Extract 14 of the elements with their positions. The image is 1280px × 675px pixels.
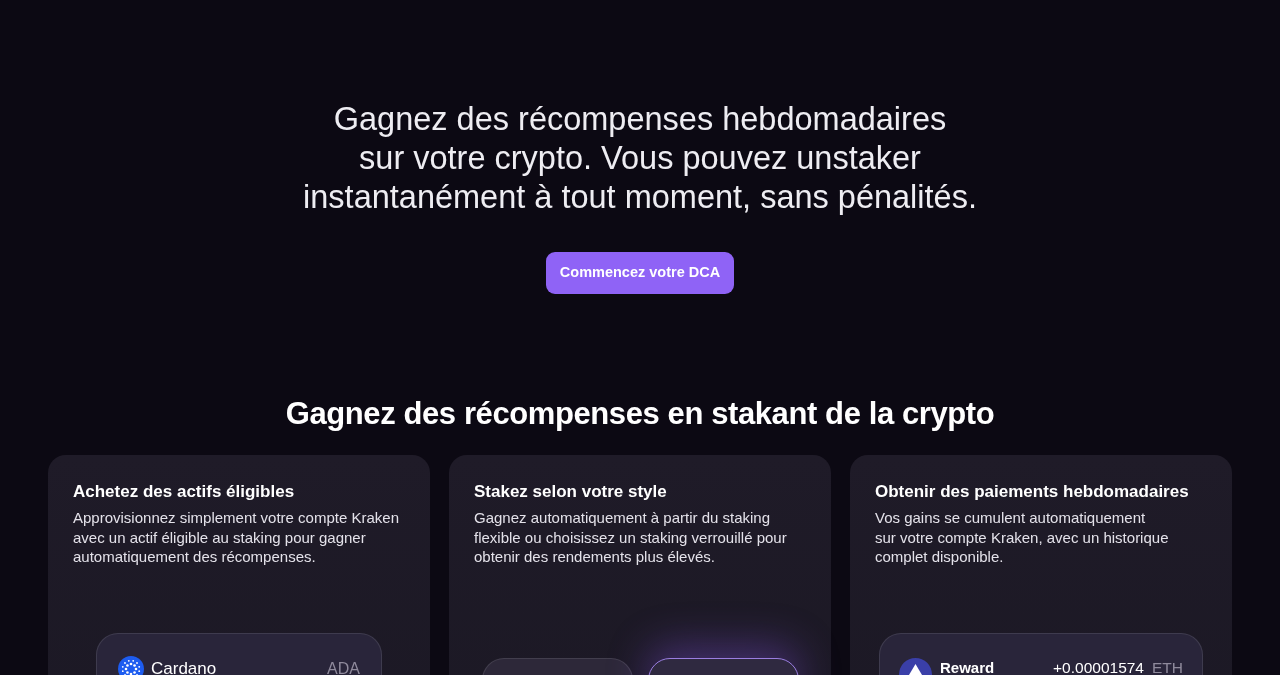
- reward-unit: ETH: [1152, 660, 1183, 675]
- start-dca-button[interactable]: Commencez votre DCA: [545, 252, 735, 294]
- card-description: Vos gains se cumulent automatiquement sur votre compte Kraken, avec un historique complet disponible.: [875, 508, 1170, 567]
- asset-ticker: ADA: [327, 660, 360, 675]
- card-description: Approvisionnez simplement votre compte Kraken avec un actif éligible au staking pour gagner automatiquement des récompenses.: [73, 508, 400, 567]
- asset-name: Cardano: [151, 660, 217, 675]
- hero-text: Gagnez des récompenses hebdomadaires sur votre crypto. Vous pouvez unstaker instantanément à tout moment, sans pénalités.: [303, 100, 977, 217]
- card-title: Stakez selon votre style: [474, 483, 668, 501]
- card-title: Obtenir des paiements hebdomadaires: [875, 483, 1190, 501]
- card-description: Gagnez automatiquement à partir du staking flexible ou choisissez un staking verrouillé pour obtenir des rendements plus élevés.: [474, 508, 788, 567]
- section-heading: Gagnez des récompenses en stakant de la crypto: [285, 395, 995, 433]
- card-title: Achetez des actifs éligibles: [73, 483, 296, 501]
- reward-label: Reward: [940, 660, 995, 675]
- reward-amount: +0.00001574: [1053, 660, 1144, 675]
